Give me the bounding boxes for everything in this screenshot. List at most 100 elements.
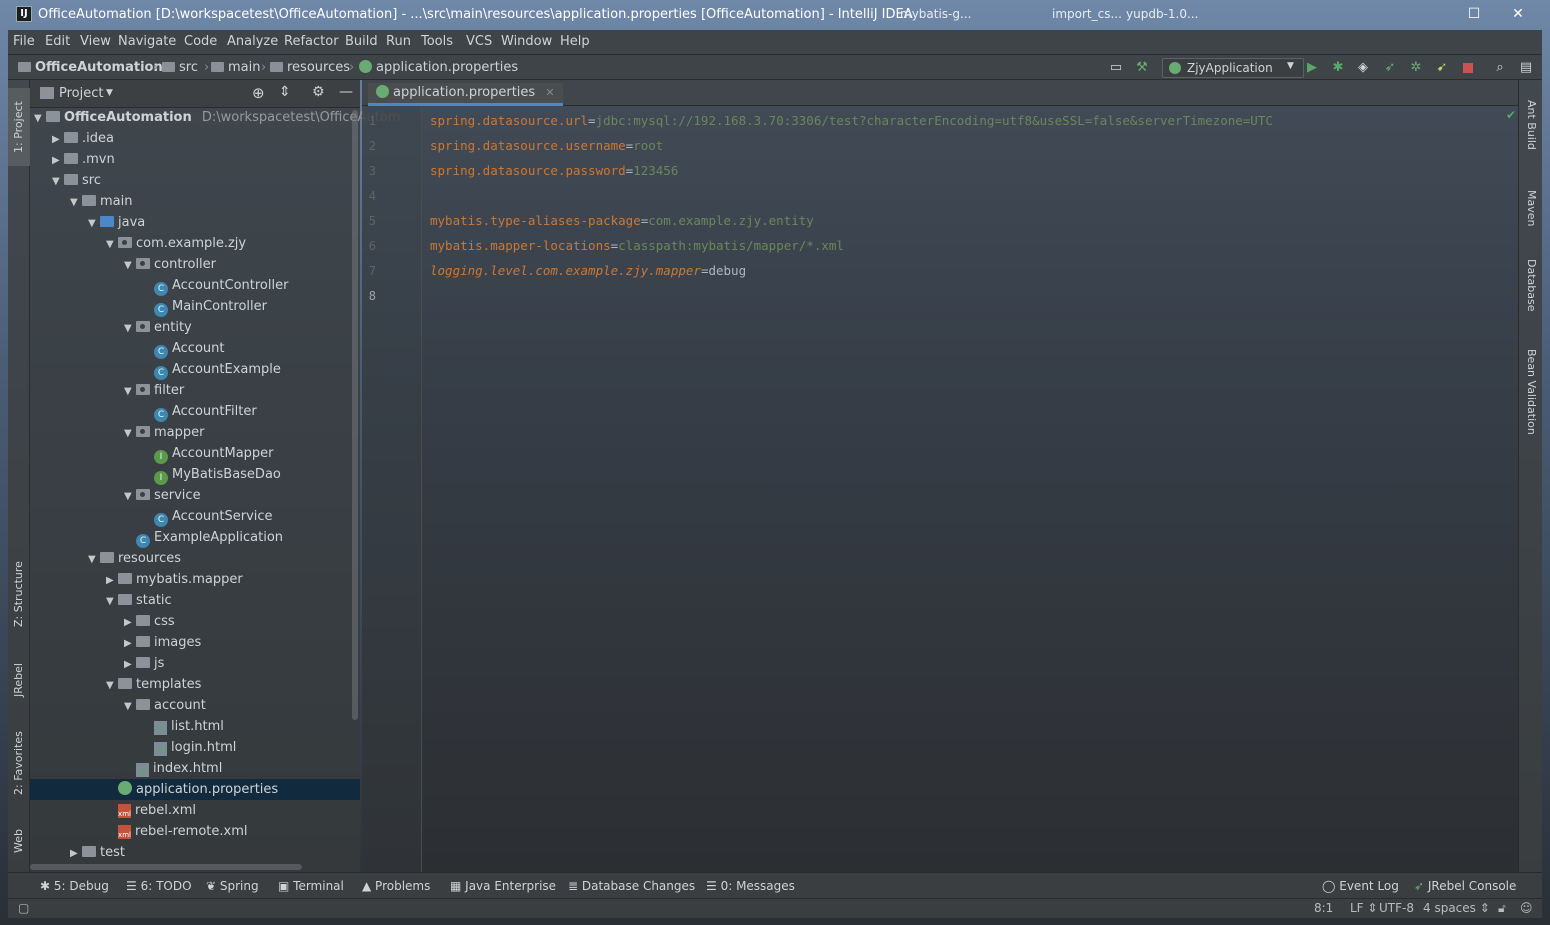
taskbar-item-2[interactable]: import_cs... — [1052, 7, 1122, 21]
tool-problems[interactable]: ▲ Problems — [362, 879, 430, 893]
chevron-down-icon[interactable]: ▼ — [124, 255, 136, 276]
close-tab-icon[interactable]: ✕ — [545, 86, 554, 99]
tree-item[interactable]: C AccountController — [30, 275, 360, 296]
tree-item[interactable]: ▼ java — [30, 212, 360, 233]
tree-item[interactable]: C ExampleApplication — [30, 527, 360, 548]
tree-item[interactable]: ▼ static — [30, 590, 360, 611]
tree-item[interactable]: C MainController — [30, 296, 360, 317]
tree-item[interactable]: ▶ mybatis.mapper — [30, 569, 360, 590]
chevron-right-icon[interactable]: ▶ — [52, 129, 64, 150]
tool-event-log[interactable]: ◯ Event Log — [1322, 879, 1399, 893]
debug-bug-icon[interactable]: ✱ — [1330, 60, 1346, 76]
chevron-right-icon[interactable]: ▶ — [124, 612, 136, 633]
coverage-shield-icon[interactable]: ◈ — [1355, 60, 1371, 76]
tree-item[interactable]: xml rebel.xml — [30, 800, 360, 821]
tool-jrebel-console[interactable]: ➶ JRebel Console — [1414, 879, 1516, 893]
tree-item[interactable]: ▼ service — [30, 485, 360, 506]
chevron-right-icon[interactable]: ▶ — [124, 654, 136, 675]
tree-item[interactable]: Hlist.html — [30, 716, 360, 737]
jrebel-run-icon[interactable]: ➶ — [1382, 60, 1398, 76]
collapse-all-icon[interactable]: ⇕ — [279, 84, 291, 100]
tree-item[interactable]: ▶ test — [30, 842, 360, 863]
breadcrumb-project[interactable]: OfficeAutomation — [18, 60, 163, 75]
layout-icon[interactable]: ▤ — [1518, 60, 1534, 76]
search-icon[interactable]: ⌕ — [1492, 60, 1508, 76]
tree-item[interactable]: ▼ controller — [30, 254, 360, 275]
tree-item[interactable]: I MyBatisBaseDao — [30, 464, 360, 485]
build-hammer-icon[interactable]: ⚒ — [1134, 60, 1150, 76]
tree-item[interactable]: Hindex.html — [30, 758, 360, 779]
chevron-down-icon[interactable]: ▼ — [124, 696, 136, 717]
settings-gear-icon[interactable]: ⚙ — [312, 84, 325, 100]
menu-run[interactable]: Run — [386, 34, 411, 49]
chevron-down-icon[interactable]: ▼ — [106, 88, 113, 98]
indent-setting[interactable]: 4 spaces ⇕ — [1423, 901, 1490, 915]
chevron-down-icon[interactable]: ▼ — [52, 171, 64, 192]
tool-messages[interactable]: ☰ 0: Messages — [706, 879, 795, 893]
breadcrumb-src[interactable]: src — [162, 60, 198, 75]
menu-build[interactable]: Build — [345, 34, 378, 49]
line-separator[interactable]: LF ⇕ — [1350, 901, 1377, 915]
tab-project[interactable]: 1: Project — [8, 88, 30, 166]
tree-item[interactable]: ▶ .idea — [30, 128, 360, 149]
tree-item[interactable]: ▼ mapper — [30, 422, 360, 443]
tree-item[interactable]: ▼ entity — [30, 317, 360, 338]
menu-edit[interactable]: Edit — [45, 34, 70, 49]
tool-spring[interactable]: ❦ Spring — [206, 879, 259, 893]
tool-java-enterprise[interactable]: ▦ Java Enterprise — [450, 879, 556, 893]
tool-todo[interactable]: ☰ 6: TODO — [126, 879, 192, 893]
tree-item[interactable]: I AccountMapper — [30, 443, 360, 464]
tree-item[interactable]: ▼ com.example.zjy — [30, 233, 360, 254]
tree-item[interactable]: C AccountService — [30, 506, 360, 527]
close-icon[interactable]: ✕ — [1508, 4, 1528, 24]
inspector-icon[interactable]: ☺ — [1520, 901, 1533, 915]
tree-item[interactable]: ▼ templates — [30, 674, 360, 695]
chevron-down-icon[interactable]: ▼ — [124, 318, 136, 339]
menu-refactor[interactable]: Refactor — [284, 34, 339, 49]
tab-application-properties[interactable]: application.properties ✕ — [368, 83, 563, 106]
project-structure-icon[interactable]: ▭ — [1108, 60, 1124, 76]
menu-file[interactable]: File — [13, 34, 35, 49]
tree-item[interactable]: ▼ filter — [30, 380, 360, 401]
caret-position[interactable]: 8:1 — [1314, 901, 1333, 915]
menu-tools[interactable]: Tools — [421, 34, 453, 49]
tree-item[interactable]: C Account — [30, 338, 360, 359]
tab-bean-validation[interactable]: Bean Validation — [1519, 340, 1543, 444]
tool-debug[interactable]: ✱ 5: Debug — [40, 879, 109, 893]
code-editor[interactable]: ✔ spring.datasource.url=jdbc:mysql://192… — [422, 106, 1518, 872]
breadcrumb-main[interactable]: main — [211, 60, 260, 75]
chevron-down-icon[interactable]: ▼ — [70, 192, 82, 213]
tab-web[interactable]: Web — [8, 818, 30, 864]
tree-item[interactable]: Hlogin.html — [30, 737, 360, 758]
chevron-right-icon[interactable]: ▶ — [52, 150, 64, 171]
tree-item[interactable]: C AccountExample — [30, 359, 360, 380]
tree-root[interactable]: ▼ OfficeAutomation D:\workspacetest\Offic… — [34, 107, 400, 128]
tree-item[interactable]: ▼ main — [30, 191, 360, 212]
chevron-right-icon[interactable]: ▶ — [124, 633, 136, 654]
file-encoding[interactable]: UTF-8 — [1379, 901, 1414, 915]
menu-navigate[interactable]: Navigate — [118, 34, 176, 49]
menu-analyze[interactable]: Analyze — [227, 34, 278, 49]
tab-structure[interactable]: Z: Structure — [8, 554, 30, 634]
chevron-down-icon[interactable]: ▼ — [88, 549, 100, 570]
chevron-down-icon[interactable]: ▼ — [106, 675, 118, 696]
tab-maven[interactable]: Maven — [1519, 178, 1543, 238]
jrebel-debug-icon[interactable]: ✲ — [1408, 60, 1424, 76]
tab-ant-build[interactable]: Ant Build — [1519, 90, 1543, 160]
menu-vcs[interactable]: VCS — [466, 34, 492, 49]
hide-panel-icon[interactable]: — — [339, 84, 353, 100]
tree-item[interactable]: application.properties — [30, 779, 360, 800]
breadcrumb-file[interactable]: application.properties — [359, 60, 518, 75]
tree-item[interactable]: ▼ src — [30, 170, 360, 191]
chevron-down-icon[interactable]: ▼ — [124, 423, 136, 444]
chevron-down-icon[interactable]: ▼ — [124, 381, 136, 402]
chevron-down-icon[interactable]: ▼ — [124, 486, 136, 507]
chevron-down-icon[interactable]: ▼ — [106, 234, 118, 255]
tool-terminal[interactable]: ▣ Terminal — [278, 879, 344, 893]
locate-file-icon[interactable]: ⊕ — [252, 84, 265, 102]
tree-item[interactable]: ▼ resources — [30, 548, 360, 569]
breadcrumb-resources[interactable]: resources — [270, 60, 350, 75]
tree-item[interactable]: ▶ .mvn — [30, 149, 360, 170]
run-configuration-select[interactable]: ZjyApplication ▼ — [1162, 58, 1304, 78]
menu-view[interactable]: View — [80, 34, 111, 49]
